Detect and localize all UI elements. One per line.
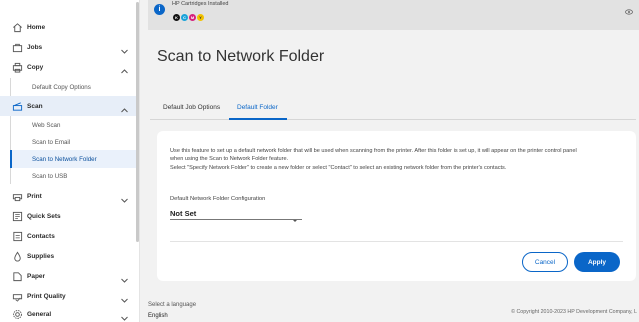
chevron-down-icon <box>120 272 129 283</box>
jobs-icon <box>11 41 23 53</box>
sidebar-item-label: Scan <box>27 102 43 110</box>
sidebar-item-home[interactable]: Home <box>0 17 136 37</box>
sidebar-item-general[interactable]: General <box>0 304 136 322</box>
chevron-up-icon <box>120 63 129 73</box>
folder-config-value: Not Set <box>170 209 197 218</box>
print-icon <box>11 190 23 202</box>
tab-bar: Default Job Options Default Folder <box>150 96 636 120</box>
paper-icon <box>11 270 23 282</box>
yellow-cartridge-icon: Y <box>197 14 204 21</box>
quick-sets-icon <box>11 210 23 222</box>
sidebar-item-contacts[interactable]: Contacts <box>0 226 136 246</box>
cyan-cartridge-icon: C <box>181 14 188 21</box>
copyright-text: © Copyright 2010-2023 HP Development Com… <box>511 309 637 315</box>
description-line: when using the Scan to Network Folder fe… <box>170 156 289 162</box>
sidebar-subitem-label: Web Scan <box>32 122 61 129</box>
language-select[interactable]: English <box>148 313 198 322</box>
chevron-down-icon <box>120 292 129 303</box>
language-value: English <box>148 313 168 319</box>
divider <box>170 241 623 242</box>
sidebar-item-copy[interactable]: Copy <box>0 57 136 77</box>
sidebar-item-paper[interactable]: Paper <box>0 266 136 286</box>
sidebar-scrollbar[interactable] <box>136 2 139 242</box>
sidebar-item-label: Paper <box>27 272 46 280</box>
black-cartridge-icon: K <box>173 14 180 21</box>
sidebar-subitem-scan-to-usb[interactable]: Scan to USB <box>10 167 136 185</box>
sidebar-item-label: Quick Sets <box>27 212 61 220</box>
page-title: Scan to Network Folder <box>157 48 325 65</box>
sidebar-subitem-label: Scan to USB <box>32 173 68 180</box>
sidebar-item-label: Copy <box>27 63 44 71</box>
folder-config-label: Default Network Folder Configuration <box>170 196 266 202</box>
chevron-down-icon <box>120 192 129 203</box>
notification-text: HP Cartridges Installed <box>172 1 229 7</box>
settings-card: Use this feature to set up a default net… <box>157 131 636 281</box>
cartridge-notification: i HP Cartridges Installed K C M Y <box>148 0 639 30</box>
home-icon <box>11 21 23 33</box>
sidebar-item-jobs[interactable]: Jobs <box>0 37 136 57</box>
sidebar-item-print[interactable]: Print <box>0 186 136 206</box>
supplies-icon <box>11 250 23 262</box>
sidebar-subitem-default-copy-options[interactable]: Default Copy Options <box>10 78 136 96</box>
print-quality-icon <box>11 290 23 302</box>
language-label: Select a language <box>148 302 197 308</box>
sidebar-subitem-label: Scan to Network Folder <box>32 156 97 163</box>
copy-icon <box>11 61 23 73</box>
sidebar-subitem-label: Default Copy Options <box>32 84 91 91</box>
sidebar-item-print-quality[interactable]: Print Quality <box>0 286 136 306</box>
description-line: Use this feature to set up a default net… <box>170 148 577 154</box>
chevron-down-icon <box>120 310 129 321</box>
apply-button[interactable]: Apply <box>574 252 620 272</box>
sidebar-item-label: Home <box>27 23 46 31</box>
sidebar-item-label: Print Quality <box>27 292 66 300</box>
sidebar-item-label: Print <box>27 192 42 200</box>
description-line: Select "Specify Network Folder" to creat… <box>170 165 507 171</box>
chevron-down-icon <box>120 43 129 54</box>
sidebar-item-scan[interactable]: Scan <box>0 96 136 116</box>
folder-config-select[interactable]: Not Set <box>170 207 302 222</box>
sidebar-item-label: Jobs <box>27 43 43 51</box>
gear-icon <box>11 308 23 320</box>
sidebar-subitem-web-scan[interactable]: Web Scan <box>10 116 136 134</box>
sidebar-item-quick-sets[interactable]: Quick Sets <box>0 206 136 226</box>
sidebar-subitem-label: Scan to Email <box>32 139 71 146</box>
sidebar-item-supplies[interactable]: Supplies <box>0 246 136 266</box>
sidebar-subitem-scan-to-network-folder[interactable]: Scan to Network Folder <box>10 150 136 168</box>
magenta-cartridge-icon: M <box>189 14 196 21</box>
sidebar: Home Jobs Copy Default Copy Options Scan… <box>0 0 140 322</box>
active-tab-indicator <box>229 118 287 120</box>
tab-default-folder[interactable]: Default Folder <box>237 104 278 111</box>
caret-down-icon <box>190 315 195 320</box>
caret-down-icon <box>292 211 298 222</box>
scan-icon <box>11 100 23 112</box>
chevron-up-icon <box>120 102 129 112</box>
view-icon[interactable] <box>625 3 633 15</box>
sidebar-subitem-scan-to-email[interactable]: Scan to Email <box>10 133 136 151</box>
cancel-button[interactable]: Cancel <box>522 252 568 272</box>
info-icon: i <box>154 4 165 15</box>
sidebar-item-label: Contacts <box>27 232 55 240</box>
sidebar-item-label: General <box>27 310 52 318</box>
contacts-icon <box>11 230 23 242</box>
sidebar-item-label: Supplies <box>27 252 55 260</box>
tab-default-job-options[interactable]: Default Job Options <box>163 104 220 111</box>
